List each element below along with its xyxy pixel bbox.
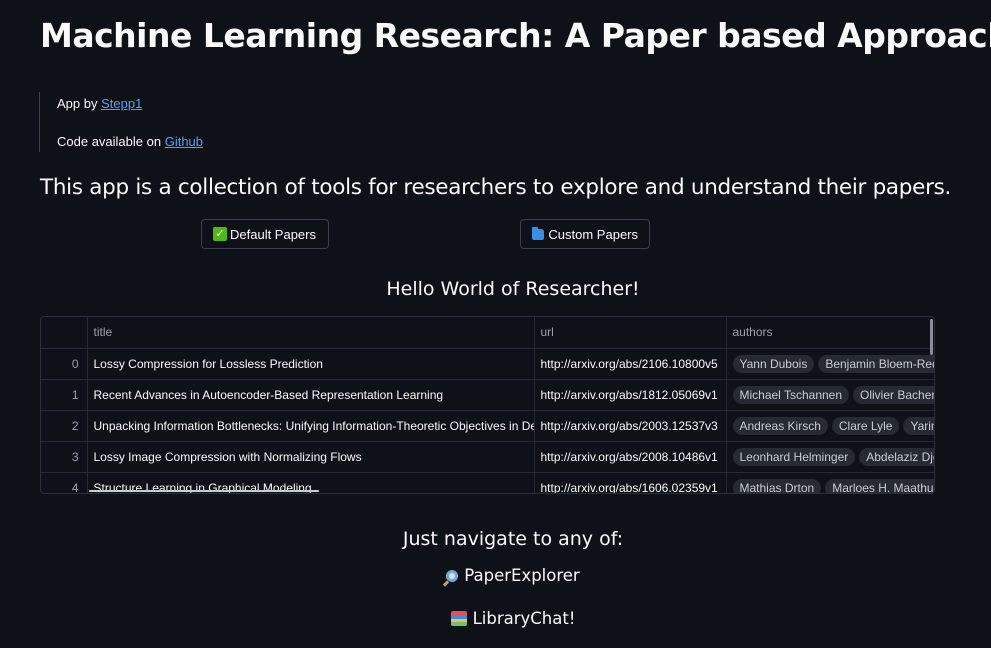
authors-header[interactable]: authors (726, 317, 934, 349)
folder-icon (532, 226, 545, 240)
check-mark-icon: ✓ (213, 227, 227, 241)
page-title: Machine Learning Research: A Paper based… (40, 16, 991, 55)
url-cell[interactable]: http://arxiv.org/abs/2003.12537v3 (534, 410, 727, 442)
nav-library-chat[interactable]: LibraryChat! (0, 609, 991, 628)
title-cell[interactable]: Lossy Image Compression with Normalizing… (87, 441, 535, 473)
authors-cell[interactable]: Michael Tschannen Olivier Bachem (726, 379, 934, 411)
row-index: 2 (41, 410, 88, 442)
author-tag: Leonhard Helminger (732, 447, 856, 466)
table-row[interactable]: 3 Lossy Image Compression with Normalizi… (41, 441, 934, 473)
author-tag: Yann Dubois (732, 354, 815, 373)
code-line: Code available on Github (57, 134, 203, 149)
app-by-line: App by Stepp1 (57, 96, 142, 111)
authors-cell[interactable]: Yann DuboisBenjamin Bloem-Reddy (726, 348, 934, 380)
papers-table[interactable]: title url authors 0 Lossy Compression fo… (40, 316, 935, 494)
title-cell[interactable]: Unpacking Information Bottlenecks: Unify… (87, 410, 535, 442)
title-header[interactable]: title (87, 317, 535, 349)
table-row[interactable]: 2 Unpacking Information Bottlenecks: Uni… (41, 410, 934, 442)
row-index: 3 (41, 441, 88, 473)
code-prefix: Code available on (57, 134, 165, 149)
nav-library-chat-label: LibraryChat! (472, 609, 576, 628)
table-row[interactable]: 0 Lossy Compression for Lossless Predict… (41, 348, 934, 380)
horizontal-scrollbar[interactable] (89, 490, 319, 492)
row-index: 0 (41, 348, 88, 380)
default-papers-button[interactable]: ✓ Default Papers (201, 219, 329, 249)
navigation-heading: Just navigate to any of: (402, 528, 624, 550)
url-header[interactable]: url (534, 317, 727, 349)
url-cell[interactable]: http://arxiv.org/abs/1812.05069v1 (534, 379, 727, 411)
author-tag: Clare Lyle (831, 416, 900, 435)
table-header-row: title url authors (41, 317, 934, 349)
url-cell[interactable]: http://arxiv.org/abs/2106.10800v5 (534, 348, 727, 380)
nav-paper-explorer[interactable]: PaperExplorer (0, 566, 991, 585)
row-index: 4 (41, 472, 88, 493)
nav-paper-explorer-label: PaperExplorer (464, 566, 580, 585)
author-tag: Olivier Bachem (853, 385, 934, 404)
title-cell[interactable]: Lossy Compression for Lossless Predictio… (87, 348, 535, 380)
author-tag: Abdelaziz Djelouah (859, 447, 934, 466)
vertical-scrollbar[interactable] (930, 319, 933, 355)
credits-block: App by Stepp1 Code available on Github (39, 92, 203, 152)
row-index: 1 (41, 379, 88, 411)
authors-cell[interactable]: Andreas KirschClare LyleYarin Gal (726, 410, 934, 442)
author-tag: Mathias Drton (732, 478, 822, 493)
default-papers-label: Default Papers (230, 226, 316, 242)
title-cell[interactable]: Recent Advances in Autoencoder-Based Rep… (87, 379, 535, 411)
app-by-prefix: App by (57, 96, 102, 111)
books-icon (450, 611, 467, 626)
author-tag: Benjamin Bloem-Reddy (818, 354, 934, 373)
intro-text: This app is a collection of tools for re… (40, 175, 952, 200)
author-tag: Marloes H. Maathuis (825, 478, 934, 493)
index-header[interactable] (41, 317, 88, 349)
authors-cell[interactable]: Mathias Drton Marloes H. Maathuis (726, 472, 934, 493)
author-tag: Andreas Kirsch (732, 416, 828, 435)
custom-papers-label: Custom Papers (548, 226, 638, 242)
url-cell[interactable]: http://arxiv.org/abs/1606.02359v1 (534, 472, 727, 493)
authors-cell[interactable]: Leonhard HelmingerAbdelaziz Djelouah (726, 441, 934, 473)
github-link[interactable]: Github (165, 134, 203, 149)
url-cell[interactable]: http://arxiv.org/abs/2008.10486v1 (534, 441, 727, 473)
custom-papers-button[interactable]: Custom Papers (520, 219, 650, 249)
hello-heading: Hello World of Researcher! (386, 278, 640, 300)
app-page: Machine Learning Research: A Paper based… (0, 0, 991, 648)
author-tag: Michael Tschannen (732, 385, 850, 404)
author-tag: Yarin Gal (903, 416, 934, 435)
table-row[interactable]: 1 Recent Advances in Autoencoder-Based R… (41, 379, 934, 411)
magnifier-icon (446, 570, 459, 582)
author-link[interactable]: Stepp1 (101, 96, 142, 111)
